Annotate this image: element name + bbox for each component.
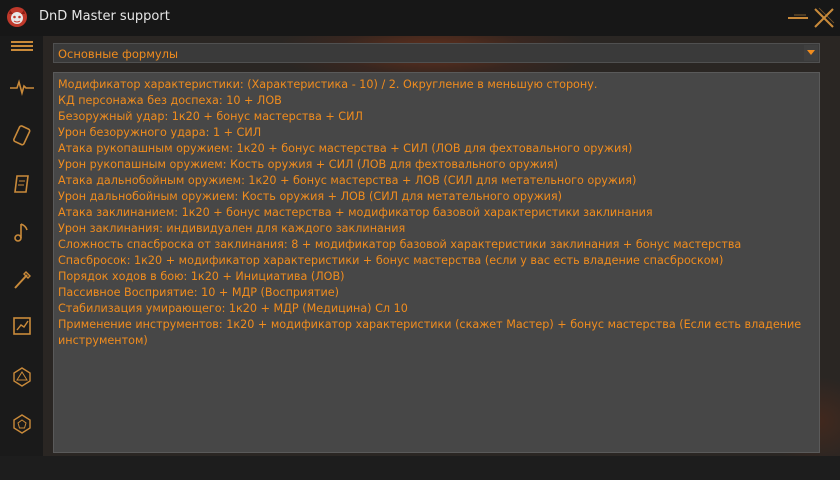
- sidebar-item-dice-d20[interactable]: [8, 363, 36, 391]
- sidebar-item-scroll[interactable]: [8, 170, 36, 198]
- sidebar-item-cards[interactable]: [8, 122, 36, 150]
- close-icon: [814, 7, 835, 28]
- sidebar-item-dice-d12[interactable]: [8, 410, 36, 438]
- sidebar-item-stats[interactable]: [8, 73, 36, 101]
- minimize-icon: [788, 14, 808, 19]
- scroll-icon: [14, 175, 29, 193]
- formula-line: Атака рукопашным оружием: 1к20 + бонус м…: [58, 142, 633, 155]
- chevron-down-icon[interactable]: [804, 45, 818, 61]
- pulse-icon: [10, 79, 34, 96]
- sidebar: [0, 36, 43, 456]
- sidebar-item-charts[interactable]: [8, 312, 36, 340]
- formula-category-select[interactable]: Основные формулы: [53, 43, 820, 63]
- main-area: Основные формулы Модификатор характерист…: [43, 36, 840, 456]
- formula-line: Сложность спасброска от заклинания: 8 + …: [58, 238, 742, 251]
- title-bar[interactable]: DnD Master support: [0, 0, 840, 36]
- formula-line: Пассивное Восприятие: 10 + МДР (Восприят…: [58, 286, 340, 299]
- sidebar-item-tools[interactable]: [8, 266, 36, 294]
- formulas-text-panel[interactable]: Модификатор характеристики: (Характерист…: [53, 72, 820, 453]
- d12-icon: [13, 414, 31, 434]
- formula-line: Безоружный удар: 1к20 + бонус мастерства…: [58, 110, 363, 123]
- music-note-icon: [14, 223, 28, 242]
- formula-line: Модификатор характеристики: (Характерист…: [58, 78, 598, 91]
- formula-line: Урон безоружного удара: 1 + СИЛ: [58, 126, 262, 139]
- formula-line: Урон рукопашным оружием: Кость оружия + …: [58, 158, 559, 171]
- formula-line: Урон дальнобойным оружием: Кость оружия …: [58, 190, 563, 203]
- formula-line: Стабилизация умирающего: 1к20 + МДР (Мед…: [58, 302, 408, 315]
- wand-icon: [14, 271, 31, 289]
- formula-line: Порядок ходов в бою: 1к20 + Инициатива (…: [58, 270, 345, 283]
- minimize-button[interactable]: [786, 6, 812, 30]
- menu-icon: [11, 41, 33, 51]
- sidebar-item-music[interactable]: [8, 218, 36, 246]
- formula-line: Урон заклинания: индивидуален для каждог…: [58, 222, 406, 235]
- red-dragon-icon: [7, 7, 27, 27]
- formula-line: Спасбросок: 1к20 + модификатор характери…: [58, 254, 724, 267]
- select-value: Основные формулы: [58, 47, 179, 61]
- d20-icon: [13, 367, 31, 387]
- formula-line: Атака заклинанием: 1к20 + бонус мастерст…: [58, 206, 653, 219]
- formula-line: КД персонажа без доспеха: 10 + ЛОВ: [58, 94, 282, 107]
- window-title: DnD Master support: [39, 9, 170, 24]
- chart-icon: [13, 317, 31, 335]
- status-bar: [0, 456, 840, 480]
- formula-line: Применение инструментов: 1к20 + модифика…: [58, 318, 802, 347]
- formula-line: Атака дальнобойным оружием: 1к20 + бонус…: [58, 174, 637, 187]
- card-icon: [13, 125, 31, 146]
- sidebar-item-menu[interactable]: [8, 32, 36, 60]
- close-button[interactable]: [812, 6, 836, 30]
